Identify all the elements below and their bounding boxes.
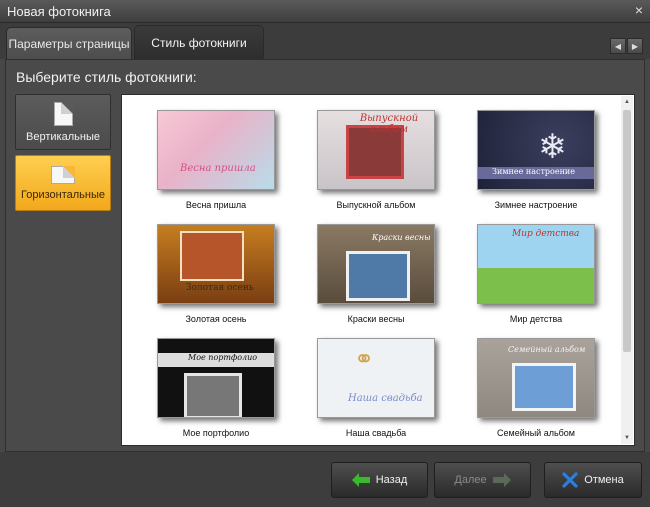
page-landscape-icon [51, 165, 75, 184]
cancel-button-label: Отмена [584, 474, 624, 486]
arrow-right-icon [492, 473, 511, 487]
style-item-autumn[interactable]: Золотая осень Золотая осень [146, 224, 286, 324]
thumbnail-title: Мое портфолио [188, 353, 258, 362]
photo-frame [512, 363, 576, 411]
style-caption: Золотая осень [185, 314, 247, 324]
thumbnail-title: Семейный альбом [508, 345, 586, 354]
button-bar: Назад Далее Отмена [0, 452, 650, 507]
tab-bar: Параметры страницы Стиль фотокниги ◀ ▶ [0, 23, 650, 59]
panel-heading: Выберите стиль фотокниги: [16, 69, 197, 85]
thumbnail-title: Выпускной альбом [359, 113, 419, 135]
style-caption: Мое портфолио [182, 428, 250, 438]
close-icon[interactable]: × [635, 2, 643, 18]
title-bar: Новая фотокнига × [0, 0, 650, 23]
scroll-thumb[interactable] [623, 110, 631, 352]
scroll-up-icon[interactable]: ▲ [621, 96, 633, 108]
style-caption: Зимнее настроение [494, 200, 578, 210]
dialog-window: Новая фотокнига × Параметры страницы Сти… [0, 0, 650, 507]
orientation-label: Вертикальные [26, 130, 100, 143]
thumbnail-title: Краски весны [372, 233, 431, 242]
style-caption: Наша свадьба [345, 428, 407, 438]
thumbnail-title: Золотая осень [186, 283, 254, 293]
tab-scroll-arrows: ◀ ▶ [610, 38, 643, 54]
back-button[interactable]: Назад [331, 462, 428, 498]
tab-next-arrow-icon[interactable]: ▶ [627, 38, 643, 54]
style-gallery: Весна пришла Весна пришла Выпускной альб… [121, 94, 635, 446]
scroll-down-icon[interactable]: ▼ [621, 432, 633, 444]
style-thumbnail: ❄ Зимнее настроение [477, 110, 595, 190]
style-thumbnail: Золотая осень [157, 224, 275, 304]
style-thumbnail: Мое портфолио [157, 338, 275, 418]
thumbnail-title: Зимнее настроение [492, 167, 575, 176]
style-caption: Мир детства [509, 314, 563, 324]
snowflake-icon: ❄ [538, 128, 567, 166]
style-item-winter[interactable]: ❄ Зимнее настроение Зимнее настроение [466, 110, 606, 210]
style-thumbnail: Выпускной альбом [317, 110, 435, 190]
gallery-scrollbar[interactable]: ▲ ▼ [621, 96, 633, 444]
style-item-spring-colors[interactable]: Краски весны Краски весны [306, 224, 446, 324]
thumbnail-title: Наша свадьба [348, 393, 423, 404]
page-portrait-icon [53, 101, 73, 126]
photo-frame [346, 251, 410, 301]
photo-frame [180, 231, 244, 281]
style-caption: Выпускной альбом [336, 200, 416, 210]
style-thumbnail: Мир детства [477, 224, 595, 304]
style-item-wedding[interactable]: ⚭ Наша свадьба Наша свадьба [306, 338, 446, 438]
style-thumbnail: Краски весны [317, 224, 435, 304]
cancel-button[interactable]: Отмена [544, 462, 642, 498]
style-caption: Семейный альбом [497, 428, 575, 438]
arrow-left-icon [351, 473, 370, 487]
back-button-label: Назад [375, 474, 408, 486]
orientation-label: Горизонтальные [21, 188, 105, 201]
style-thumbnail: ⚭ Наша свадьба [317, 338, 435, 418]
style-item-portfolio[interactable]: Мое портфолио Мое портфолио [146, 338, 286, 438]
style-caption: Весна пришла [185, 200, 247, 210]
tab-page-settings[interactable]: Параметры страницы [6, 27, 132, 59]
orientation-vertical-button[interactable]: Вертикальные [15, 94, 111, 150]
wedding-rings-icon: ⚭ [354, 346, 375, 373]
tab-prev-arrow-icon[interactable]: ◀ [610, 38, 626, 54]
close-icon [562, 472, 578, 488]
style-caption: Краски весны [347, 314, 405, 324]
style-item-childhood[interactable]: Мир детства Мир детства [466, 224, 606, 324]
thumbnail-title: Весна пришла [180, 163, 256, 174]
style-thumbnail: Весна пришла [157, 110, 275, 190]
style-item-family[interactable]: Семейный альбом Семейный альбом [466, 338, 606, 438]
window-title: Новая фотокнига [7, 4, 111, 19]
orientation-horizontal-button[interactable]: Горизонтальные [15, 155, 111, 211]
style-thumbnail: Семейный альбом [477, 338, 595, 418]
thumbnail-title: Мир детства [512, 229, 580, 239]
tab-book-style[interactable]: Стиль фотокниги [134, 25, 264, 59]
style-item-spring[interactable]: Весна пришла Весна пришла [146, 110, 286, 210]
style-panel: Выберите стиль фотокниги: Вертикальные Г… [5, 59, 645, 452]
style-item-graduation[interactable]: Выпускной альбом Выпускной альбом [306, 110, 446, 210]
next-button[interactable]: Далее [434, 462, 531, 498]
photo-frame [184, 373, 242, 417]
next-button-label: Далее [454, 474, 487, 486]
